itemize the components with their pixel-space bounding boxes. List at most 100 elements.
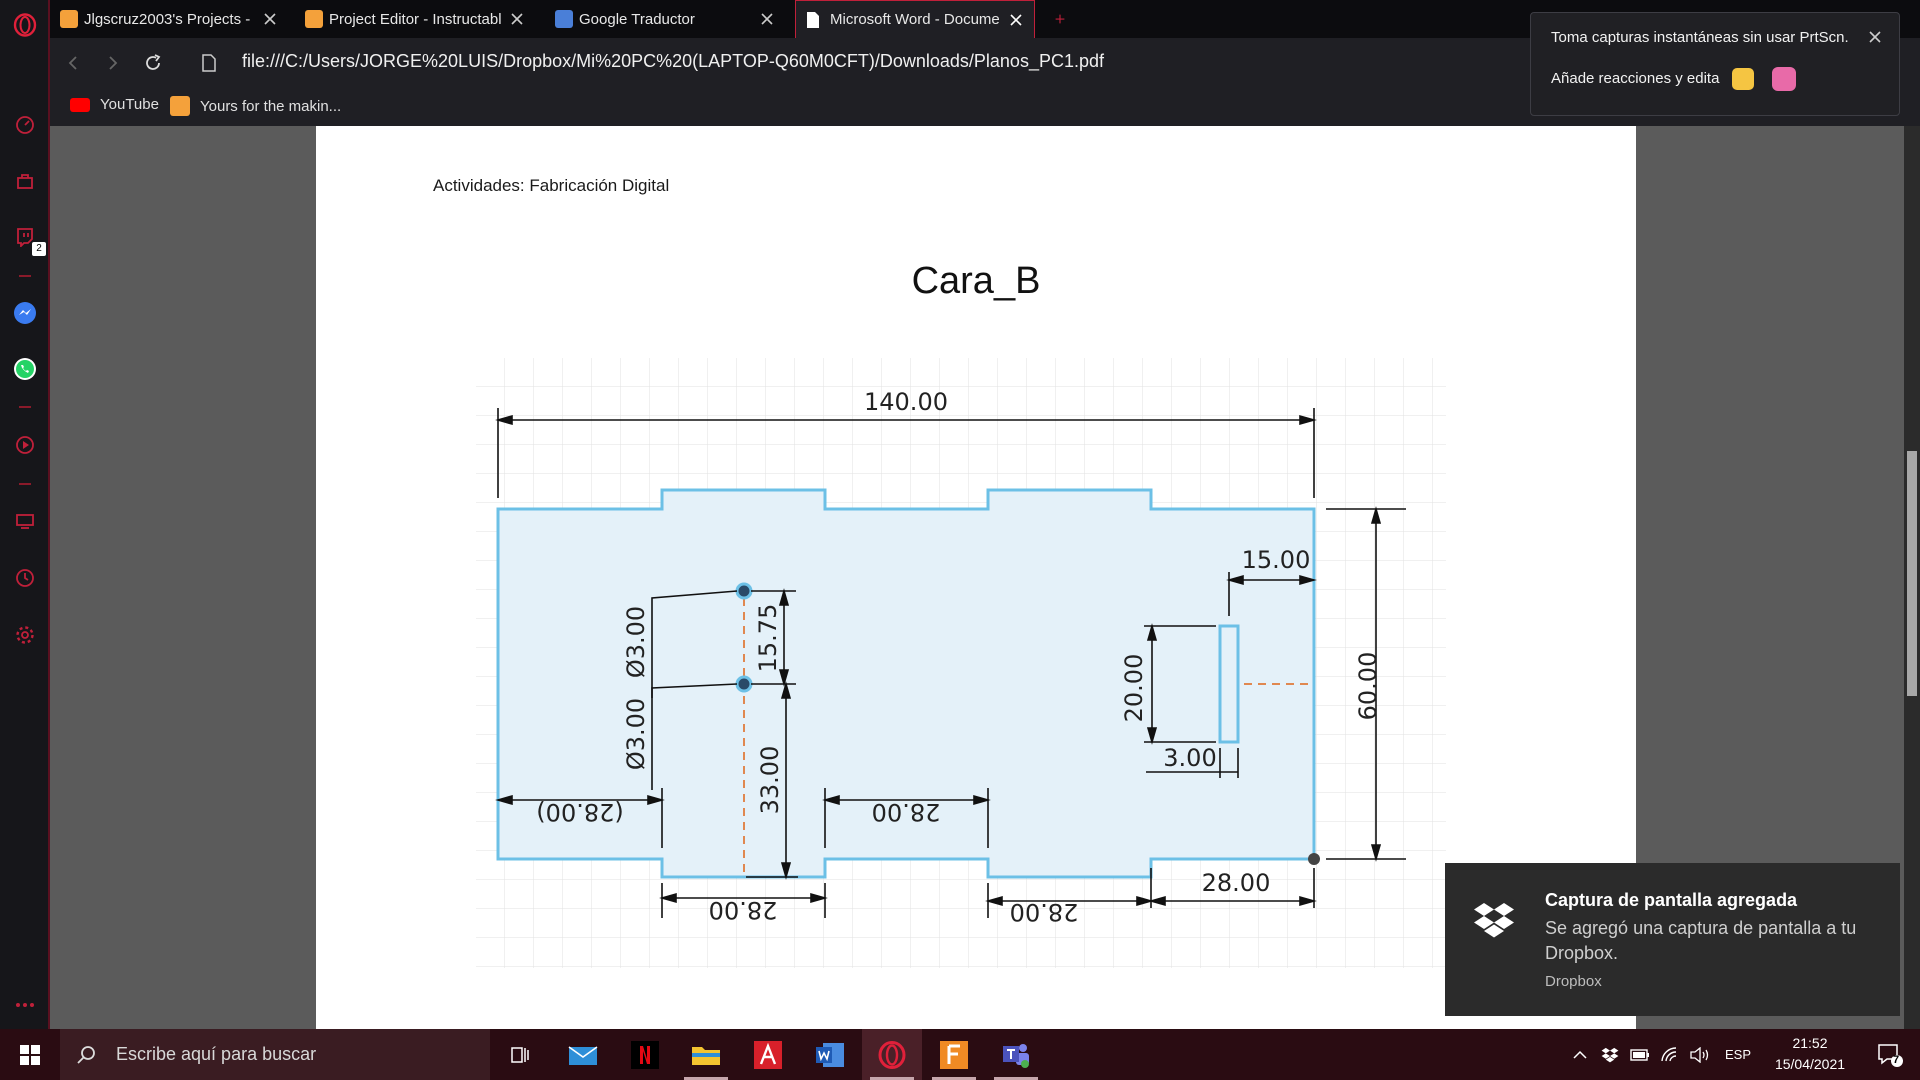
more-options-icon[interactable]	[12, 992, 38, 1018]
close-tab-icon[interactable]	[262, 11, 278, 27]
close-tab-icon[interactable]	[1008, 12, 1024, 28]
dim-tab-left: 28.00	[709, 896, 778, 924]
plus-icon	[1055, 14, 1065, 24]
dim-tab-right: 28.00	[1010, 898, 1079, 926]
technical-drawing: 140.00 60.00 15.00 20.00 3.00 28.00 15.7…	[476, 358, 1446, 968]
sticker-icon	[1771, 67, 1796, 91]
dim-mid-gap: 28.00	[872, 798, 941, 826]
windows-logo-icon	[20, 1044, 40, 1065]
settings-gear-icon[interactable]	[12, 622, 38, 648]
dim-hole-from-bottom: 33.00	[756, 746, 784, 815]
tray-clock[interactable]: 21:52 15/04/2021	[1760, 1033, 1860, 1075]
sidebar-separator	[19, 275, 31, 277]
taskbar-teams[interactable]	[986, 1029, 1046, 1080]
my-flow-icon[interactable]	[12, 508, 38, 534]
dim-slot-width: 3.00	[1163, 744, 1216, 772]
instructables-robot-icon	[60, 10, 78, 28]
snapshot-tip-popup: Toma capturas instantáneas sin usar PrtS…	[1530, 12, 1900, 116]
taskbar-word[interactable]	[800, 1029, 860, 1080]
origin-point	[1308, 853, 1320, 865]
dropbox-tray-icon	[1601, 1047, 1619, 1062]
notification-body: Se agregó una captura de pantalla a tu D…	[1545, 918, 1857, 963]
new-tab-button[interactable]	[1045, 0, 1075, 38]
tray-dropbox[interactable]	[1595, 1029, 1625, 1080]
autocad-icon	[754, 1040, 782, 1069]
youtube-icon	[70, 97, 90, 112]
notification-source: Dropbox	[1545, 973, 1602, 990]
dim-hole-spacing: 15.75	[754, 604, 782, 673]
action-center-button[interactable]: 7	[1868, 1029, 1912, 1080]
taskbar-search[interactable]: Escribe aquí para buscar	[60, 1029, 490, 1080]
dim-left-ref: (28.00)	[536, 798, 623, 826]
sidebar-separator	[19, 483, 31, 485]
teams-icon	[1003, 1043, 1029, 1068]
opera-sidebar: 2	[0, 0, 50, 1029]
task-view-button[interactable]	[490, 1029, 550, 1080]
reload-button[interactable]	[140, 50, 166, 76]
bookmark-instructables[interactable]: Yours for the makin...	[170, 96, 341, 116]
taskbar-mail[interactable]	[553, 1029, 613, 1080]
tab-google-translate[interactable]: Google Traductor	[545, 0, 785, 38]
forward-arrow-icon	[109, 56, 118, 70]
dim-slot-height: 20.00	[1120, 654, 1148, 723]
close-popup-icon[interactable]	[1867, 29, 1883, 45]
taskbar-netflix[interactable]	[615, 1029, 675, 1080]
drawing-title: Cara_B	[911, 260, 1041, 302]
opera-logo-icon[interactable]	[12, 12, 38, 38]
tray-battery[interactable]	[1625, 1029, 1655, 1080]
slot-outline	[1218, 624, 1240, 744]
word-icon	[816, 1042, 844, 1067]
reload-icon	[146, 54, 161, 70]
dropbox-icon	[1474, 903, 1514, 938]
dim-height-total: 60.00	[1354, 652, 1382, 721]
speed-dial-icon[interactable]	[12, 112, 38, 138]
taskbar-autocad[interactable]	[738, 1029, 798, 1080]
url-field[interactable]: file:///C:/Users/JORGE%20LUIS/Dropbox/Mi…	[242, 51, 1104, 72]
folder-icon	[692, 1046, 720, 1065]
snap-tip-line2: Añade reacciones y edita	[1551, 67, 1796, 91]
instructables-robot-icon	[305, 10, 323, 28]
battery-icon	[1630, 1048, 1649, 1061]
show-hidden-icons[interactable]	[1565, 1029, 1595, 1080]
tab-instructables-projects[interactable]: Jlgscruz2003's Projects - Instructables	[50, 0, 288, 38]
dim-bottom-right: 28.00	[1202, 869, 1271, 897]
google-translate-icon	[555, 10, 573, 28]
taskbar-fusion[interactable]	[924, 1029, 984, 1080]
tray-wifi[interactable]	[1655, 1029, 1685, 1080]
forward-button[interactable]	[100, 50, 126, 76]
taskbar-file-explorer[interactable]	[676, 1029, 736, 1080]
hole-upper	[735, 582, 753, 600]
tray-language[interactable]: ESP	[1718, 1029, 1758, 1080]
file-icon	[202, 54, 216, 72]
emoji-icon	[1731, 68, 1754, 90]
dim-hole-upper: Ø3.00	[622, 606, 650, 678]
tray-volume[interactable]	[1685, 1029, 1715, 1080]
tab-project-editor[interactable]: Project Editor - Instructables	[295, 0, 535, 38]
scrollbar-thumb[interactable]	[1907, 451, 1917, 696]
back-button[interactable]	[60, 50, 86, 76]
vertical-scrollbar[interactable]	[1904, 126, 1920, 1029]
messenger-icon[interactable]	[12, 300, 38, 326]
bookmark-youtube[interactable]: YouTube	[70, 96, 159, 113]
dropbox-notification[interactable]: Captura de pantalla agregada Se agregó u…	[1445, 863, 1900, 1016]
netflix-icon	[631, 1040, 659, 1069]
sidebar-separator	[19, 406, 31, 408]
close-tab-icon[interactable]	[509, 11, 525, 27]
player-icon[interactable]	[12, 432, 38, 458]
document-icon	[806, 11, 824, 29]
dim-width-total: 140.00	[864, 388, 948, 416]
notification-title: Captura de pantalla agregada	[1545, 890, 1798, 910]
snap-tip-line1: Toma capturas instantáneas sin usar PrtS…	[1551, 29, 1849, 46]
hole-lower	[735, 675, 753, 693]
screen: 2 Jlgscruz2003's Projects - Instructab	[0, 0, 1920, 1080]
start-button[interactable]	[0, 1029, 60, 1080]
task-view-icon	[511, 1046, 529, 1063]
tab-microsoft-word-pdf[interactable]: Microsoft Word - Documento	[795, 0, 1035, 38]
history-icon[interactable]	[12, 565, 38, 591]
close-tab-icon[interactable]	[759, 11, 775, 27]
mail-icon	[568, 1045, 598, 1065]
page-info-button[interactable]	[196, 50, 222, 76]
whatsapp-icon[interactable]	[12, 356, 38, 382]
taskbar-opera[interactable]	[862, 1029, 922, 1080]
shopping-bag-icon[interactable]	[12, 168, 38, 194]
